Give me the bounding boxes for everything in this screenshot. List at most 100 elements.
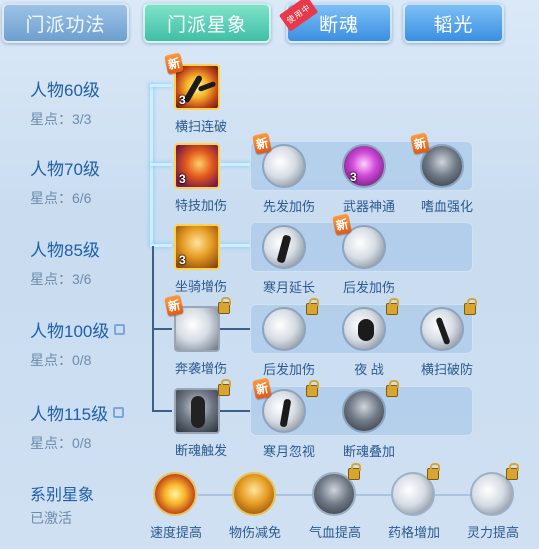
skill-node[interactable]: 新 后发加伤: [332, 213, 396, 295]
star-points: 星点：6/6: [30, 190, 92, 206]
system-node[interactable]: 灵力提高: [467, 463, 519, 540]
shield-figure-icon: [232, 472, 276, 516]
system-status: 已激活: [30, 510, 72, 526]
connector-line: [150, 163, 172, 166]
skill-node[interactable]: 新 先发加伤: [252, 132, 316, 214]
star-points: 星点：0/8: [30, 435, 92, 451]
skill-label: 寒月忽视: [262, 444, 315, 459]
level-85: 人物85级 星点：3/6: [30, 236, 100, 289]
blade-icon: [262, 307, 306, 351]
skill-node[interactable]: 3 新 横扫连破: [164, 52, 228, 134]
star-points: 星点：3/6: [30, 271, 92, 287]
tab-duanhun[interactable]: 使用中 断魂: [278, 0, 392, 43]
new-badge: 新: [252, 377, 272, 400]
connector-line: [150, 84, 172, 87]
skill-label: 武器神通: [342, 199, 395, 214]
system-label: 气血提高: [308, 525, 361, 540]
lock-icon: [386, 380, 399, 397]
lock-icon: [464, 298, 477, 315]
skill-label: 后发加伤: [262, 362, 315, 377]
figure-icon: [174, 388, 220, 434]
lock-icon: [348, 463, 361, 480]
skill-node[interactable]: 后发加伤: [262, 298, 319, 377]
level-name: 人物85级: [30, 241, 100, 260]
system-label: 物伤减免: [228, 525, 281, 540]
skill-count: 3: [179, 93, 186, 107]
system-node[interactable]: 速度提高: [150, 472, 202, 540]
system-title: 系别星象: [30, 487, 95, 504]
skill-count: 3: [179, 172, 186, 186]
skill-label: 特技加伤: [174, 198, 227, 213]
skill-label: 嗜血强化: [420, 199, 473, 214]
new-badge: 新: [164, 294, 184, 317]
tab-bar: 门派功法 门派星象 使用中 断魂 韬光: [0, 0, 539, 46]
lock-icon: [386, 298, 399, 315]
stroke: [276, 234, 292, 264]
mount-icon: 3: [174, 224, 220, 270]
connector-line: [152, 328, 172, 330]
level-60: 人物60级 星点：3/3: [30, 76, 100, 129]
skill-label: 先发加伤: [262, 199, 315, 214]
new-badge: 新: [164, 52, 184, 75]
lock-icon: [306, 380, 319, 397]
dragon-icon: 3: [174, 143, 220, 189]
level-name: 人物100级: [30, 317, 126, 342]
star-points: 星点：3/3: [30, 111, 92, 127]
tab-sect-skills[interactable]: 门派功法: [2, 3, 129, 43]
skill-node[interactable]: 新 奔袭增伤: [164, 294, 231, 376]
system-node[interactable]: 药格增加: [388, 463, 440, 540]
level-115: 人物115级 星点：0/8: [30, 400, 125, 453]
skill-label: 奔袭增伤: [174, 361, 227, 376]
level-100: 人物100级 星点：0/8: [30, 317, 126, 370]
skill-label: 横扫连破: [174, 119, 227, 134]
connector-line: [152, 410, 172, 412]
tab-taoguang[interactable]: 韬光: [403, 3, 504, 43]
system-label: 灵力提高: [466, 525, 519, 540]
level-70: 人物70级 星点：6/6: [30, 155, 100, 208]
skill-label: 夜 战: [354, 362, 384, 377]
system-label: 速度提高: [149, 525, 202, 540]
level-name-text: 人物115级: [30, 405, 109, 424]
stroke: [279, 398, 292, 428]
stroke: [435, 316, 451, 346]
lock-icon: [114, 324, 126, 335]
skill-label: 后发加伤: [342, 280, 395, 295]
speed-icon: [153, 472, 197, 516]
skill-node[interactable]: 夜 战: [342, 298, 399, 377]
tab-sect-stars[interactable]: 门派星象: [143, 3, 271, 43]
night-warrior-icon: [342, 307, 386, 351]
skill-node[interactable]: 断魂叠加: [342, 380, 399, 459]
skill-node[interactable]: 3 武器神通: [342, 144, 396, 214]
skill-label: 断魂叠加: [342, 444, 395, 459]
stroke: [191, 396, 205, 428]
new-badge: 新: [332, 213, 352, 236]
new-badge: 新: [410, 132, 430, 155]
skill-node[interactable]: 断魂触发: [174, 379, 231, 458]
skill-node[interactable]: 新 嗜血强化: [410, 132, 474, 214]
sword-icon: 3: [342, 144, 386, 188]
lock-icon: [427, 463, 440, 480]
lock-icon: [218, 379, 231, 396]
stroke: [197, 81, 217, 92]
warrior-icon: [262, 225, 306, 269]
skill-node[interactable]: 寒月延长: [262, 225, 316, 295]
stroke: [358, 319, 374, 341]
skill-count: 3: [179, 253, 186, 267]
skill-count: 3: [350, 170, 357, 184]
star-points: 星点：0/8: [30, 352, 92, 368]
skill-node[interactable]: 横扫破防: [420, 298, 477, 377]
in-use-badge: 使用中: [278, 0, 319, 32]
skill-node[interactable]: 3 特技加伤: [174, 143, 228, 213]
system-node[interactable]: 物伤减免: [229, 472, 281, 540]
lock-icon: [113, 407, 125, 418]
stack-figure-icon: [342, 389, 386, 433]
skill-node[interactable]: 新 寒月忽视: [252, 377, 319, 459]
skill-node[interactable]: 3 坐骑增伤: [174, 224, 228, 294]
system-label: 药格增加: [387, 525, 440, 540]
level-name-text: 人物100级: [30, 322, 110, 341]
sweep-break-icon: [420, 307, 464, 351]
system-node[interactable]: 气血提高: [309, 463, 361, 540]
new-badge: 新: [252, 132, 272, 155]
level-name: 人物60级: [30, 81, 100, 100]
level-name: 人物115级: [30, 400, 125, 425]
